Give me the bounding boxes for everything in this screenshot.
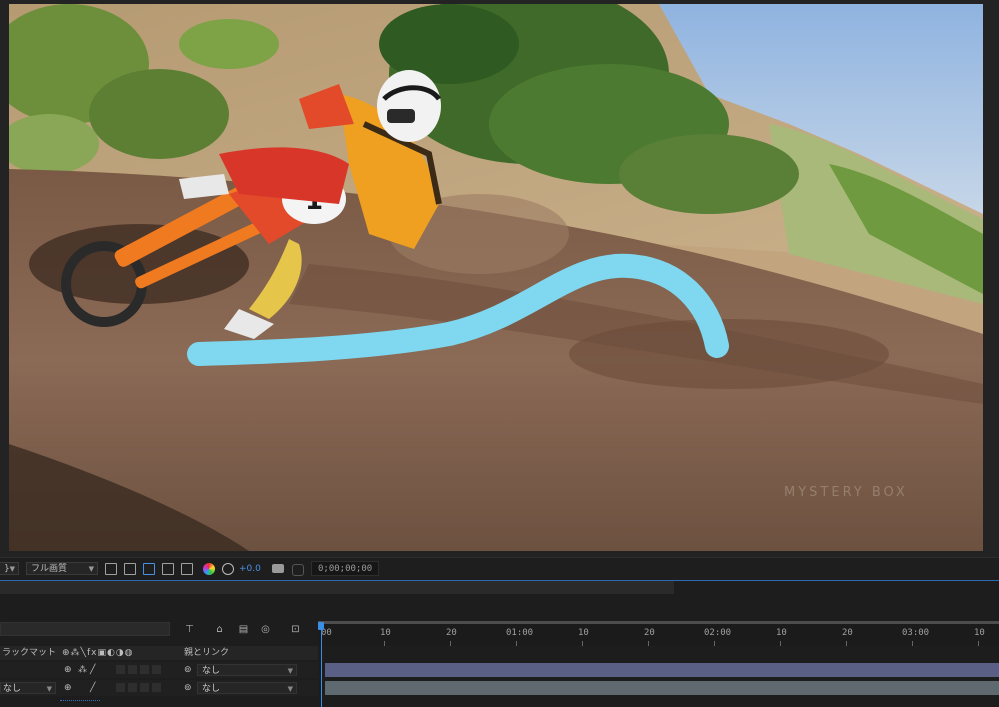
time-ruler[interactable]: 00 10 20 01:00 10 20 02:00 10 20 03:00 1… <box>318 624 999 646</box>
ruler-tick-label: 20 <box>644 628 655 638</box>
quality-switch-icon[interactable]: ╱ <box>90 662 95 678</box>
effect-switch[interactable] <box>116 665 125 674</box>
resolution-dropdown-value: フル画質 <box>31 564 68 574</box>
resolution-dropdown[interactable]: フル画質 ▼ <box>26 562 98 575</box>
frame-blending-icon[interactable]: ▤ <box>238 624 249 635</box>
collapse-switch-icon[interactable]: ⁂ <box>78 662 87 678</box>
parent-dropdown[interactable]: なし ▼ <box>197 682 297 694</box>
ruler-tick <box>780 641 781 646</box>
mask-visibility-icon[interactable] <box>143 563 155 575</box>
pick-whip-icon[interactable]: ⊚ <box>184 680 192 696</box>
ruler-tick <box>450 641 451 646</box>
3d-layer-switch[interactable] <box>152 665 161 674</box>
timeline-panel: ⊤ ⌂ ▤ ◎ ⊡ 00 10 20 01:00 10 20 02:00 10 … <box>0 580 999 707</box>
guides-icon[interactable] <box>162 563 174 575</box>
layer-property-hint <box>60 700 100 703</box>
layer-bar[interactable] <box>325 681 999 695</box>
chevron-down-icon: ▼ <box>287 685 293 693</box>
pick-whip-icon[interactable]: ⊚ <box>184 662 192 678</box>
chevron-down-icon: ▼ <box>287 667 293 675</box>
timeline-track[interactable] <box>0 580 674 594</box>
comp-flowchart-icon[interactable]: ⊤ <box>184 624 195 635</box>
current-time-display[interactable]: 0;00;00;00 <box>311 561 380 576</box>
zoom-dropdown[interactable]: } ▼ <box>0 562 19 575</box>
shy-switch-icon[interactable]: ⊕ <box>64 662 72 678</box>
ruler-tick <box>648 641 649 646</box>
graph-editor-icon[interactable]: ⊡ <box>290 624 301 635</box>
ruler-tick <box>912 641 913 646</box>
color-management-icon[interactable] <box>222 563 234 575</box>
ruler-tick-label: 10 <box>578 628 589 638</box>
motion-blur-switch[interactable] <box>140 665 149 674</box>
transparency-grid-icon[interactable] <box>124 563 136 575</box>
svg-text:MYSTERY BOX: MYSTERY BOX <box>784 485 908 500</box>
color-channels-icon[interactable] <box>203 563 215 575</box>
track-matte-value: なし <box>3 684 22 694</box>
ruler-tick-label: 10 <box>776 628 787 638</box>
ruler-tick-label: 10 <box>380 628 391 638</box>
switches-column-icons: ⊕⁂╲fx▣◐◑◍ <box>62 648 134 658</box>
chevron-down-icon: ▼ <box>9 565 15 573</box>
frame-blend-switch[interactable] <box>128 683 137 692</box>
ruler-tick <box>384 641 385 646</box>
parent-dropdown-value: なし <box>202 666 221 676</box>
layer-bar[interactable] <box>325 663 999 677</box>
ruler-tick-label: 03:00 <box>902 628 930 638</box>
ruler-tick <box>714 641 715 646</box>
ruler-tick-label: 10 <box>974 628 985 638</box>
effect-switch[interactable] <box>116 683 125 692</box>
region-of-interest-icon[interactable] <box>105 563 117 575</box>
ruler-tick-label: 01:00 <box>506 628 534 638</box>
track-matte-column-label: ラックマット <box>2 648 57 658</box>
layer-columns-header: ラックマット ⊕⁂╲fx▣◐◑◍ 親とリンク <box>0 646 318 660</box>
exposure-value[interactable]: +0.0 <box>239 558 261 580</box>
chevron-down-icon: ▼ <box>46 685 52 693</box>
motion-blur-switch[interactable] <box>140 683 149 692</box>
viewer-toolbar: } ▼ フル画質 ▼ +0.0 0;00;00;00 <box>0 557 999 581</box>
ruler-tick <box>846 641 847 646</box>
layer-row[interactable]: なし ▼ ⊕ ╱ ⊚ なし ▼ <box>0 680 318 696</box>
parent-dropdown-value: なし <box>202 684 221 694</box>
ruler-tick <box>978 641 979 646</box>
parent-link-column-label: 親とリンク <box>184 648 230 658</box>
shy-switch-icon[interactable]: ⊕ <box>64 680 72 696</box>
parent-dropdown[interactable]: なし ▼ <box>197 664 297 676</box>
track-matte-dropdown[interactable]: なし ▼ <box>0 682 56 694</box>
grid-icon[interactable] <box>181 563 193 575</box>
quality-switch-icon[interactable]: ╱ <box>90 680 95 696</box>
motocross-photo: 1 MYSTERY BOX <box>9 4 983 551</box>
playhead-line <box>321 628 322 707</box>
ruler-tick <box>516 641 517 646</box>
ruler-tick-label: 02:00 <box>704 628 732 638</box>
panel-divider <box>0 580 999 581</box>
frame-blend-switch[interactable] <box>128 665 137 674</box>
composition-viewer[interactable]: 1 MYSTERY BOX <box>0 0 999 557</box>
camera-icon[interactable] <box>272 564 284 573</box>
draft-3d-icon[interactable]: ⌂ <box>214 624 225 635</box>
composition-canvas[interactable]: 1 MYSTERY BOX <box>9 4 983 551</box>
layer-search-input[interactable] <box>0 622 170 636</box>
show-snapshot-icon[interactable] <box>292 564 304 576</box>
ruler-tick <box>582 641 583 646</box>
chevron-down-icon: ▼ <box>88 565 94 573</box>
3d-layer-switch[interactable] <box>152 683 161 692</box>
ruler-tick-label: 20 <box>842 628 853 638</box>
motion-blur-icon[interactable]: ◎ <box>260 624 271 635</box>
layer-row[interactable]: ⊕ ⁂ ╱ ⊚ なし ▼ <box>0 662 318 678</box>
ruler-tick-label: 20 <box>446 628 457 638</box>
